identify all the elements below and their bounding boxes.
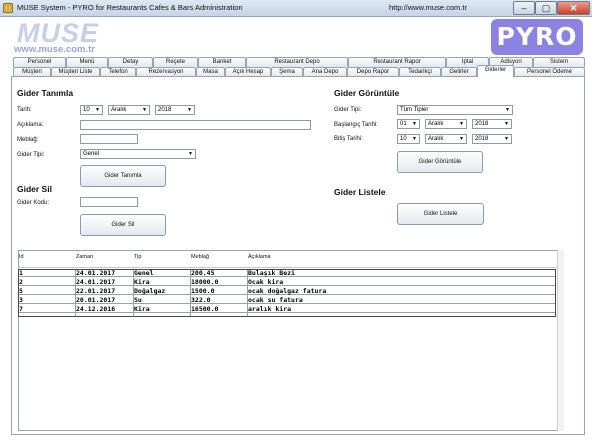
chevron-down-icon: ▼ — [412, 136, 417, 142]
goruntule-tip-select[interactable]: Tüm Tipler ▼ — [397, 105, 513, 115]
table-rows-frame — [18, 269, 556, 317]
tarih-label: Tarih: — [17, 107, 32, 113]
gider-tipi-label: Gider Tipi: — [17, 152, 45, 158]
gider-listele-button[interactable]: Gider Listele — [397, 203, 484, 225]
gider-tanimla-button[interactable]: Gider Tanımla — [80, 165, 166, 187]
gider-goruntule-button[interactable]: Gider Görüntüle — [397, 151, 483, 173]
chevron-down-icon: ▼ — [504, 121, 509, 127]
column-header-id[interactable]: Id — [19, 254, 24, 260]
gider-sil-title: Gider Sil — [17, 184, 52, 194]
title-url: http://www.muse.com.tr — [389, 3, 467, 12]
day-select[interactable]: 10 ▼ — [80, 105, 103, 115]
year-select[interactable]: 2018 ▼ — [155, 105, 195, 115]
bitis-year-value: 2018 — [475, 136, 489, 142]
tab-personel[interactable]: Personel — [13, 57, 66, 67]
baslangic-year-value: 2018 — [475, 121, 489, 127]
baslangic-day-value: 01 — [400, 121, 407, 127]
tab-sistem[interactable]: Sistem — [533, 57, 585, 67]
gider-goruntule-title: Gider Görüntüle — [334, 88, 400, 98]
tab-restaurant-depo[interactable]: Restaurant Depo — [246, 57, 348, 67]
chevron-down-icon: ▼ — [142, 107, 147, 113]
chevron-down-icon: ▼ — [459, 136, 464, 142]
tab-giderler[interactable]: Giderler — [477, 65, 514, 77]
column-header-aciklama[interactable]: Açıklama — [248, 254, 271, 260]
gider-tipi-select[interactable]: Genel ▼ — [80, 149, 196, 159]
year-value: 2018 — [158, 107, 172, 113]
table-header-divider — [18, 267, 564, 268]
tab-detay[interactable]: Detay — [108, 57, 153, 67]
bitis-label: Bitiş Tarihi: — [334, 136, 363, 142]
column-header-zaman[interactable]: Zaman — [76, 254, 93, 260]
column-header-meblag[interactable]: Meblağ — [191, 254, 209, 260]
chevron-down-icon: ▼ — [504, 136, 509, 142]
month-value: Aralık — [111, 107, 127, 113]
bitis-day-value: 10 — [400, 136, 407, 142]
gider-kodu-label: Gider Kodu: — [17, 200, 50, 206]
app-icon — [3, 3, 13, 13]
maximize-button[interactable]: ▢ — [535, 1, 557, 15]
gider-tanimla-title: Gider Tanımla — [17, 88, 74, 98]
aciklama-input[interactable] — [80, 120, 311, 130]
bitis-day-select[interactable]: 10 ▼ — [397, 134, 420, 144]
pyro-badge: PYRO — [491, 19, 583, 55]
gider-sil-button[interactable]: Gider Sil — [80, 214, 166, 236]
table-scrollbar[interactable] — [557, 250, 564, 431]
baslangic-label: Başlangıç Tarihi: — [334, 122, 378, 128]
tab-menu[interactable]: Menü — [66, 57, 108, 67]
bitis-year-select[interactable]: 2018 ▼ — [472, 134, 512, 144]
day-value: 10 — [83, 107, 90, 113]
aciklama-label: Açıklama: — [17, 122, 44, 128]
meblag-input[interactable] — [80, 134, 138, 144]
baslangic-month-value: Aralık — [428, 121, 444, 127]
close-button[interactable]: ✕ — [557, 1, 590, 15]
title-bar: MUSE System - PYRO for Restaurants Cafes… — [0, 0, 592, 17]
baslangic-day-select[interactable]: 01 ▼ — [397, 119, 420, 129]
chevron-down-icon: ▼ — [459, 121, 464, 127]
window-title: MUSE System - PYRO for Restaurants Cafes… — [17, 3, 243, 12]
meblag-label: Meblağ: — [17, 137, 39, 143]
chevron-down-icon: ▼ — [187, 107, 192, 113]
tab-recete[interactable]: Reçete — [153, 57, 198, 67]
baslangic-year-select[interactable]: 2018 ▼ — [472, 119, 512, 129]
baslangic-month-select[interactable]: Aralık ▼ — [425, 119, 467, 129]
goruntule-tip-label: Gider Tipi: — [334, 107, 362, 113]
bitis-month-select[interactable]: Aralık ▼ — [425, 134, 467, 144]
bitis-month-value: Aralık — [428, 136, 444, 142]
tab-banket[interactable]: Banket — [198, 57, 246, 67]
tab-restaurant-rapor[interactable]: Restaurant Rapor — [348, 57, 446, 67]
column-header-tip[interactable]: Tip — [134, 254, 141, 260]
chevron-down-icon: ▼ — [412, 121, 417, 127]
gider-listele-title: Gider Listele — [334, 187, 386, 197]
minimize-button[interactable]: ‒ — [513, 1, 535, 15]
logo-url: www.muse.com.tr — [14, 44, 95, 55]
gider-tipi-value: Genel — [83, 151, 100, 157]
chevron-down-icon: ▼ — [188, 151, 193, 157]
gider-kodu-input[interactable] — [80, 197, 138, 207]
chevron-down-icon: ▼ — [95, 107, 100, 113]
goruntule-tip-value: Tüm Tipler — [400, 107, 429, 113]
chevron-down-icon: ▼ — [505, 107, 510, 113]
month-select[interactable]: Aralık ▼ — [108, 105, 150, 115]
